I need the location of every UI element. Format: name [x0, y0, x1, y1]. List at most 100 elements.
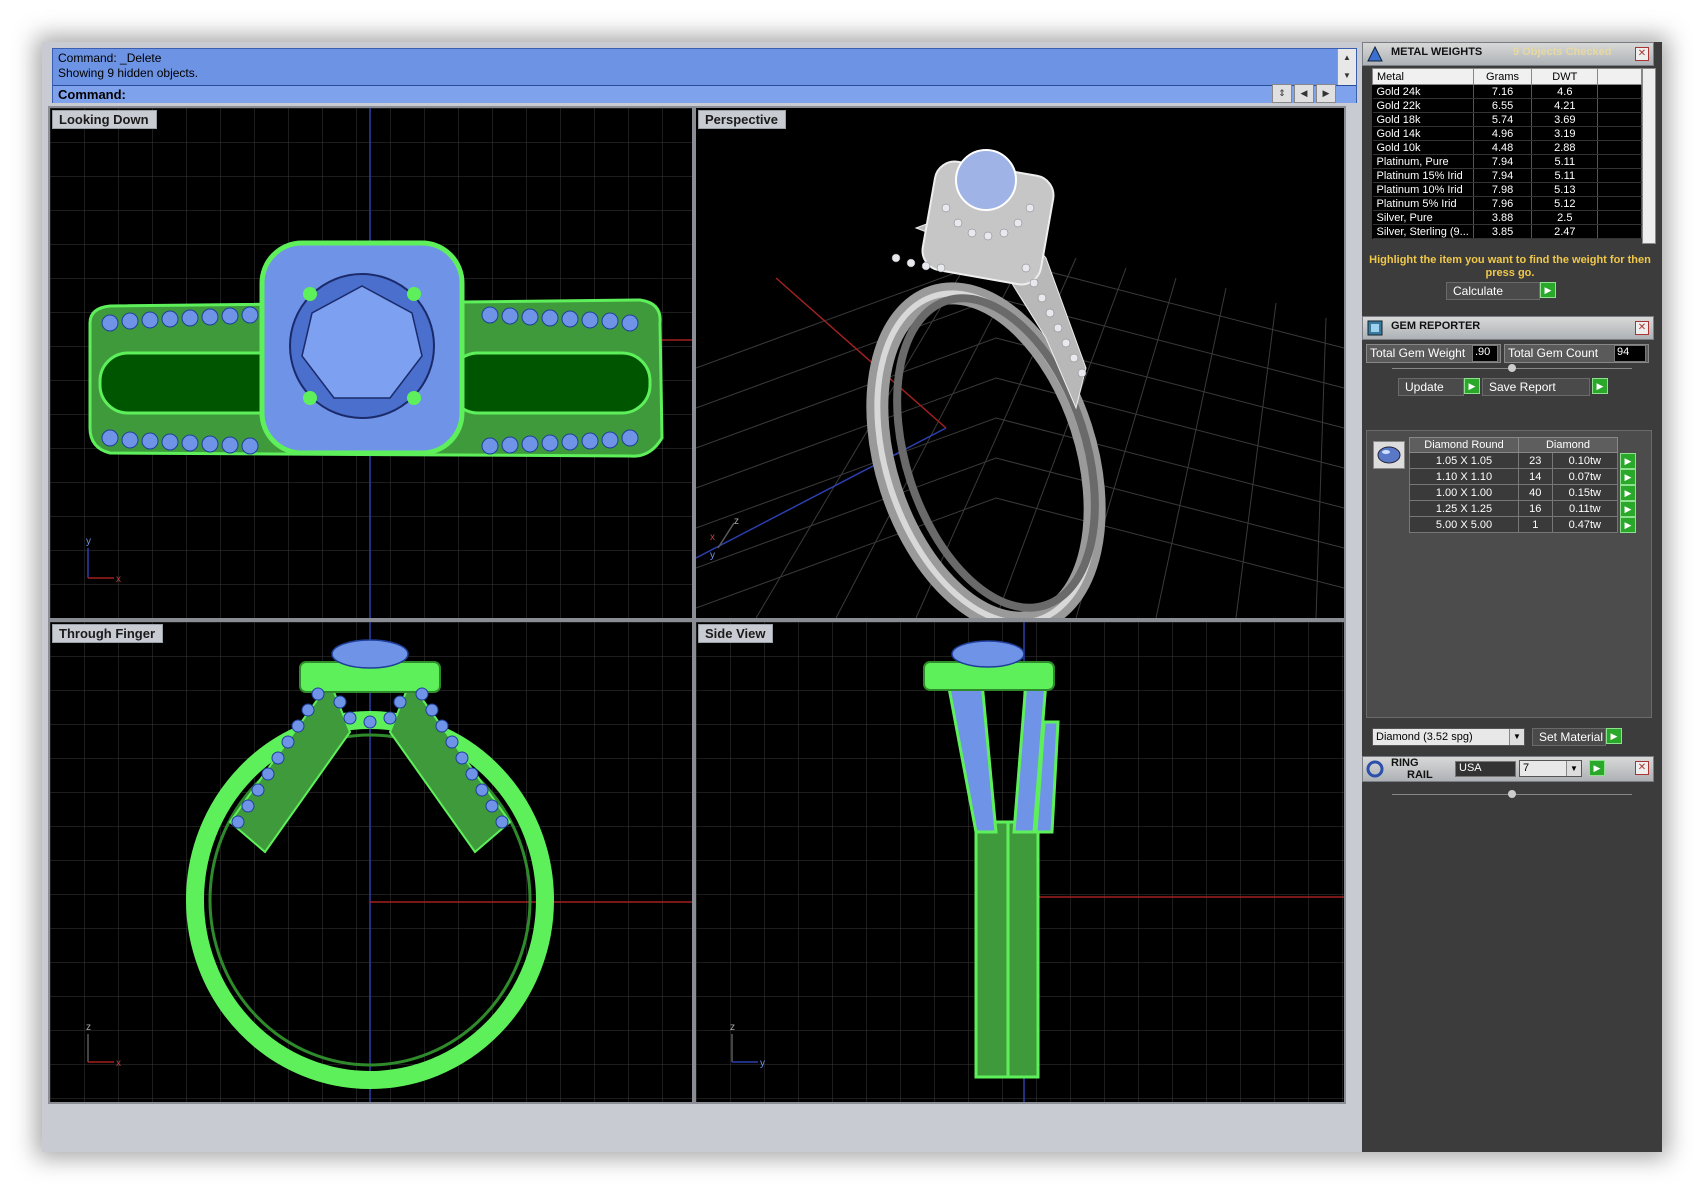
table-row[interactable]: Platinum, Pure 7.94 5.11 — [1372, 154, 1642, 169]
gem-row-go-button[interactable]: ▶ — [1620, 468, 1636, 485]
calculate-select[interactable]: Calculate — [1446, 282, 1540, 300]
ring-rail-go-button[interactable]: ▶ — [1589, 760, 1605, 776]
gem-reporter-icon — [1367, 320, 1383, 336]
calculate-label: Calculate — [1453, 284, 1504, 298]
set-material-label: Set Material — [1539, 730, 1604, 744]
table-cell: 5.12 — [1531, 196, 1599, 211]
table-cell: 23 — [1518, 452, 1553, 469]
table-cell: 7.94 — [1473, 154, 1533, 169]
ring-size-region[interactable]: USA — [1455, 761, 1516, 777]
command-history[interactable]: Command: _Delete Showing 9 hidden object… — [52, 48, 1357, 103]
svg-text:x: x — [116, 1058, 121, 1069]
table-cell: 4.96 — [1473, 126, 1533, 141]
table-cell: 2.88 — [1531, 140, 1599, 155]
material-select-value: Diamond (3.52 spg) — [1376, 731, 1473, 743]
table-row[interactable]: Gold 10k 4.48 2.88 — [1372, 140, 1642, 155]
column-header[interactable]: DWT — [1531, 68, 1599, 85]
table-cell: 7.98 — [1473, 182, 1533, 197]
scroll-up-icon[interactable]: ▲ — [1338, 49, 1356, 67]
command-history-line: Command: _Delete — [58, 51, 162, 65]
svg-text:x: x — [116, 574, 121, 585]
table-row[interactable]: Gold 24k 7.16 4.6 — [1372, 84, 1642, 99]
viewport-looking-down[interactable]: Looking Down y x — [48, 106, 694, 620]
table-row[interactable]: 1.00 X 1.00 40 0.15tw ▶ — [1409, 484, 1637, 501]
set-material-go-button[interactable]: ▶ — [1606, 728, 1622, 744]
table-cell: 2.47 — [1531, 224, 1599, 239]
table-cell: 0.47tw — [1551, 516, 1619, 533]
viewport-label: Looking Down — [52, 110, 157, 129]
table-cell: 4.48 — [1473, 140, 1533, 155]
ring-size-value: 7 — [1523, 762, 1530, 774]
spin-icon[interactable]: ⇕ — [1272, 84, 1292, 103]
table-row[interactable]: Gold 14k 4.96 3.19 — [1372, 126, 1642, 141]
viewport-through-finger[interactable]: Through Finger z x — [48, 620, 694, 1104]
table-cell: 3.85 — [1473, 224, 1533, 239]
update-button[interactable]: Update — [1398, 378, 1464, 396]
table-cell: 1.25 X 1.25 — [1409, 500, 1519, 517]
table-cell: 4.21 — [1531, 98, 1599, 113]
panel-title: GEM REPORTER — [1391, 320, 1481, 332]
calculate-go-button[interactable]: ▶ — [1540, 282, 1556, 298]
metal-weights-table[interactable]: Metal Grams DWT Gold 24k 7.16 4.6 Gold 22k 6… — [1372, 68, 1642, 239]
table-row[interactable]: Platinum 15% Irid 7.94 5.11 — [1372, 168, 1642, 183]
close-icon[interactable]: ✕ — [1635, 321, 1649, 335]
close-icon[interactable]: ✕ — [1635, 761, 1649, 775]
table-cell: Platinum 10% Irid — [1372, 182, 1474, 197]
table-row[interactable]: Gold 18k 5.74 3.69 — [1372, 112, 1642, 127]
svg-text:x: x — [710, 532, 715, 543]
panel-title: METAL WEIGHTS — [1391, 46, 1483, 58]
arrow-left-icon[interactable]: ◀ — [1294, 84, 1314, 103]
viewport-side-view[interactable]: Side View z y — [694, 620, 1346, 1104]
set-material-button[interactable]: Set Material — [1532, 728, 1606, 746]
table-cell: 6.55 — [1473, 98, 1533, 113]
save-report-label: Save Report — [1489, 380, 1556, 394]
total-gem-count-value: 94 — [1614, 345, 1646, 362]
splitter-handle-icon[interactable] — [1508, 364, 1516, 372]
table-cell: 3.69 — [1531, 112, 1599, 127]
material-select[interactable]: Diamond (3.52 spg) ▼ — [1372, 728, 1525, 746]
column-header[interactable]: Metal — [1372, 68, 1474, 85]
table-cell: Gold 22k — [1372, 98, 1474, 113]
metal-weights-scrollbar[interactable] — [1642, 68, 1656, 244]
metal-weights-header: METAL WEIGHTS 9 Objects Checked ✕ — [1362, 42, 1654, 66]
command-input[interactable]: Command: — [53, 85, 1356, 103]
column-header[interactable]: Diamond Round — [1409, 437, 1519, 453]
gem-row-go-button[interactable]: ▶ — [1620, 500, 1636, 517]
scroll-down-icon[interactable]: ▼ — [1338, 67, 1356, 85]
table-row[interactable]: Silver, Sterling (9... 3.85 2.47 — [1372, 224, 1642, 239]
ring-size-select[interactable]: 7 ▼ — [1519, 760, 1582, 777]
splitter-handle-icon[interactable] — [1508, 790, 1516, 798]
gem-row-go-button[interactable]: ▶ — [1620, 452, 1636, 469]
column-header[interactable]: Grams — [1472, 68, 1533, 85]
table-cell: 0.15tw — [1551, 484, 1619, 501]
table-row[interactable]: 1.05 X 1.05 23 0.10tw ▶ — [1409, 452, 1637, 469]
table-row[interactable]: Gold 22k 6.55 4.21 — [1372, 98, 1642, 113]
gem-row-go-button[interactable]: ▶ — [1620, 484, 1636, 501]
table-cell: 7.16 — [1473, 84, 1533, 99]
command-prompt: Command: — [58, 87, 126, 102]
viewport-label: Side View — [698, 624, 774, 643]
viewport-label: Perspective — [698, 110, 786, 129]
table-row[interactable]: 5.00 X 5.00 1 0.47tw ▶ — [1409, 516, 1637, 533]
viewport-perspective[interactable]: Perspective z x y — [694, 106, 1346, 620]
update-go-button[interactable]: ▶ — [1464, 378, 1480, 394]
table-cell: Gold 10k — [1372, 140, 1474, 155]
gem-table[interactable]: Diamond Round Diamond 1.05 X 1.05 23 0.10t… — [1409, 437, 1637, 533]
arrow-right-icon[interactable]: ▶ — [1316, 84, 1336, 103]
table-row[interactable]: 1.25 X 1.25 16 0.11tw ▶ — [1409, 500, 1637, 517]
command-scrollbar[interactable]: ▲ ▼ — [1337, 49, 1356, 85]
table-row[interactable]: Silver, Pure 3.88 2.5 — [1372, 210, 1642, 225]
close-icon[interactable]: ✕ — [1635, 47, 1649, 61]
table-row[interactable]: 1.10 X 1.10 14 0.07tw ▶ — [1409, 468, 1637, 485]
table-cell: 3.19 — [1531, 126, 1599, 141]
column-header[interactable]: Diamond — [1518, 437, 1618, 453]
gem-row-go-button[interactable]: ▶ — [1620, 516, 1636, 533]
table-cell: 0.07tw — [1551, 468, 1619, 485]
table-row[interactable]: Platinum 5% Irid 7.96 5.12 — [1372, 196, 1642, 211]
table-cell: Platinum 15% Irid — [1372, 168, 1474, 183]
table-cell: 0.10tw — [1551, 452, 1619, 469]
save-report-button[interactable]: Save Report — [1482, 378, 1590, 396]
save-report-go-button[interactable]: ▶ — [1592, 378, 1608, 394]
table-row[interactable]: Platinum 10% Irid 7.98 5.13 — [1372, 182, 1642, 197]
table-cell: Gold 18k — [1372, 112, 1474, 127]
